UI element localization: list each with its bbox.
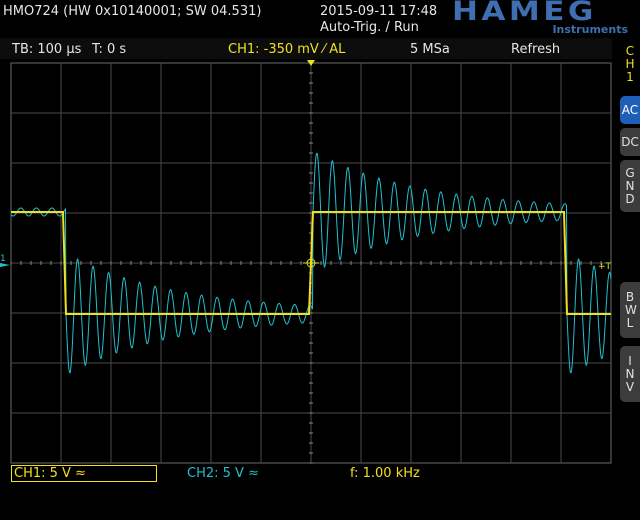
- waveform-display[interactable]: [0, 60, 612, 466]
- datetime: 2015-09-11 17:48: [320, 4, 438, 19]
- acquisition-mode: Auto-Trig. / Run: [320, 20, 419, 35]
- sample-rate-readout: 5 MSa: [410, 42, 450, 57]
- ch2-scale-readout[interactable]: CH2: 5 V ≈: [187, 466, 259, 481]
- coupling-gnd-button[interactable]: GND: [620, 160, 640, 212]
- trigger-time-readout[interactable]: T: 0 s: [92, 42, 126, 57]
- ch-reference-marker[interactable]: 1: [0, 254, 10, 267]
- bandwidth-limit-label: BWL: [625, 289, 637, 330]
- coupling-dc-button[interactable]: DC: [620, 128, 640, 156]
- timebase-readout[interactable]: TB: 100 µs: [12, 42, 81, 57]
- trigger-level-marker[interactable]: +T: [598, 262, 611, 272]
- invert-button[interactable]: INV: [620, 346, 640, 402]
- coupling-ac-button[interactable]: AC: [620, 96, 640, 124]
- ch1-trigger-readout[interactable]: CH1: -350 mV ⁄ AL: [228, 42, 345, 57]
- center-crosshair-icon: [303, 255, 319, 271]
- side-menu-channel-char: 1: [626, 70, 634, 84]
- hameg-logo: HAMEG Instruments: [452, 0, 628, 38]
- coupling-gnd-label: GND: [625, 165, 635, 206]
- brand-subtitle: Instruments: [552, 23, 628, 36]
- ch-reference-arrow-icon: [0, 263, 10, 267]
- coupling-dc-label: DC: [621, 134, 639, 149]
- invert-label: INV: [625, 353, 635, 394]
- ch1-scale-readout[interactable]: CH1: 5 V ≈: [14, 466, 86, 481]
- acquire-mode-readout[interactable]: Refresh: [511, 42, 560, 57]
- coupling-ac-label: AC: [621, 102, 639, 117]
- device-info: HMO724 (HW 0x10140001; SW 04.531): [3, 4, 262, 19]
- frequency-readout: f: 1.00 kHz: [350, 466, 420, 481]
- bandwidth-limit-button[interactable]: BWL: [620, 282, 640, 338]
- side-menu-channel-label: C H 1: [620, 45, 640, 90]
